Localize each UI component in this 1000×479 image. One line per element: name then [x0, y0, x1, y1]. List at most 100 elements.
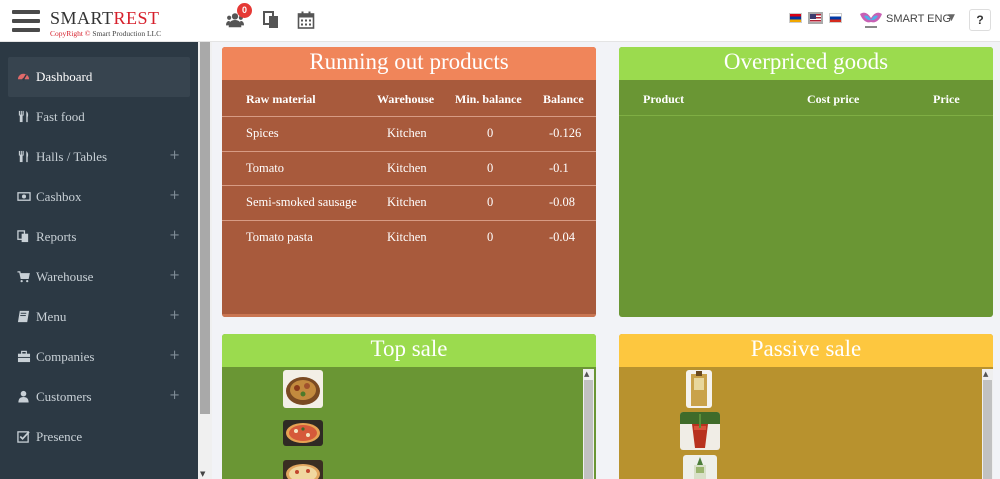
passive-sale-scroll-thumb[interactable] [983, 380, 992, 479]
table-row[interactable]: Tomato pasta Kitchen 0 -0.04 [222, 219, 596, 255]
dashboard-icon [17, 70, 30, 83]
table-cell: Tomato pasta [246, 229, 313, 244]
sidebar-item-menu[interactable]: Menu + [8, 297, 190, 337]
help-button[interactable]: ? [969, 9, 991, 31]
top-sale-title: Top sale [222, 334, 596, 367]
notification-badge: 0 [237, 3, 252, 18]
product-image[interactable] [283, 370, 323, 408]
calendar-icon[interactable] [297, 11, 315, 29]
sidebar-item-dashboard[interactable]: Dashboard [8, 57, 190, 97]
table-cell: Spices [246, 126, 279, 140]
running-out-title: Running out products [222, 47, 596, 80]
scroll-up-arrow-icon[interactable]: ▲ [983, 370, 988, 378]
col-raw-material[interactable]: Raw material [246, 92, 316, 107]
sidebar-item-cashbox[interactable]: Cashbox + [8, 177, 190, 217]
running-out-table-header: Raw material Warehouse Min. balance Bala… [222, 80, 596, 116]
top-sale-scrollbar[interactable]: ▲ [583, 369, 594, 479]
table-row[interactable]: Tomato Kitchen 0 -0.1 [222, 150, 596, 186]
table-cell: Tomato [246, 160, 285, 175]
copy-icon[interactable] [262, 11, 280, 29]
lang-russian-flag-icon[interactable] [829, 13, 842, 23]
table-cell: Kitchen [387, 195, 427, 209]
sidebar-item-label: Dashboard [36, 69, 93, 84]
book-icon [17, 310, 30, 323]
sidebar-item-customers[interactable]: Customers + [8, 377, 190, 417]
top-sale-panel: Top sale ▲ [222, 334, 596, 479]
scroll-up-arrow-icon[interactable]: ▲ [584, 370, 589, 378]
sidebar-scroll-thumb[interactable] [200, 42, 210, 414]
sidebar: Dashboard Fast food Halls / Tables + Cashbox… [0, 42, 198, 479]
col-balance[interactable]: Balance [543, 92, 584, 107]
menu-toggle-icon[interactable] [12, 10, 40, 32]
table-cell: -0.1 [549, 160, 569, 175]
table-cell: -0.126 [549, 126, 582, 140]
col-cost-price[interactable]: Cost price [807, 92, 859, 107]
col-min-balance[interactable]: Min. balance [455, 92, 522, 107]
sidebar-item-halls-tables[interactable]: Halls / Tables + [8, 137, 190, 177]
table-cell: 0 [487, 160, 494, 175]
lang-english-flag-icon[interactable] [808, 12, 823, 24]
sidebar-item-presence[interactable]: Presence [8, 417, 190, 457]
sidebar-item-label: Menu [36, 309, 67, 324]
sidebar-item-label: Halls / Tables [36, 149, 108, 164]
user-avatar-icon[interactable] [858, 8, 884, 32]
table-row[interactable]: Spices Kitchen 0 -0.126 [222, 116, 596, 151]
sidebar-item-warehouse[interactable]: Warehouse + [8, 257, 190, 297]
sidebar-item-label: Fast food [36, 109, 85, 124]
table-cell: Semi-smoked sausage [246, 195, 357, 209]
expand-plus-icon[interactable]: + [169, 228, 180, 243]
col-price[interactable]: Price [933, 92, 960, 107]
sidebar-item-fast-food[interactable]: Fast food [8, 97, 190, 137]
sidebar-item-label: Warehouse [36, 269, 94, 284]
panel-bottom-border [222, 314, 596, 317]
utensils-icon [17, 150, 30, 163]
copy-icon [17, 230, 30, 243]
sidebar-item-reports[interactable]: Reports + [8, 217, 190, 257]
passive-sale-scrollbar[interactable]: ▲ [982, 369, 993, 479]
sidebar-item-companies[interactable]: Companies + [8, 337, 190, 377]
scroll-down-arrow-icon[interactable]: ▼ [200, 470, 205, 478]
product-image[interactable] [283, 460, 323, 479]
table-cell: Kitchen [387, 160, 427, 175]
chevron-down-icon[interactable]: ▼ [948, 13, 955, 23]
running-out-products-panel: Running out products Raw material Wareho… [222, 47, 596, 317]
overpriced-goods-panel: Overpriced goods Product Cost price Pric… [619, 47, 993, 317]
product-image[interactable] [680, 412, 720, 450]
sidebar-item-label: Reports [36, 229, 77, 244]
table-row[interactable]: Semi-smoked sausage Kitchen 0 -0.08 [222, 185, 596, 220]
brand-logo[interactable]: SMARTREST CopyRight © Smart Production L… [50, 9, 161, 38]
sidebar-item-label: Companies [36, 349, 95, 364]
table-cell: 0 [487, 126, 494, 140]
money-icon [17, 190, 31, 203]
user-name[interactable]: SMART ENG [886, 13, 951, 25]
table-cell: Kitchen [387, 126, 427, 140]
passive-sale-title: Passive sale [619, 334, 993, 367]
expand-plus-icon[interactable]: + [169, 148, 180, 163]
overpriced-title: Overpriced goods [619, 47, 993, 80]
col-warehouse[interactable]: Warehouse [377, 92, 434, 107]
expand-plus-icon[interactable]: + [169, 188, 180, 203]
top-sale-scroll-thumb[interactable] [584, 380, 593, 479]
expand-plus-icon[interactable]: + [169, 308, 180, 323]
copyright-owner: Smart Production LLC [92, 29, 162, 38]
table-cell: -0.04 [549, 229, 576, 244]
table-cell: 0 [487, 229, 494, 244]
passive-sale-panel: Passive sale ▲ [619, 334, 993, 479]
sidebar-item-label: Cashbox [36, 189, 82, 204]
briefcase-icon [17, 350, 31, 363]
product-image[interactable] [283, 420, 323, 446]
col-product[interactable]: Product [643, 92, 684, 107]
expand-plus-icon[interactable]: + [169, 388, 180, 403]
product-image[interactable] [686, 370, 712, 408]
table-cell: 0 [487, 195, 494, 209]
lang-armenian-flag-icon[interactable] [789, 13, 802, 23]
user-icon [17, 390, 30, 403]
sidebar-scrollbar[interactable]: ▼ [198, 42, 212, 479]
product-image[interactable] [683, 455, 717, 479]
expand-plus-icon[interactable]: + [169, 268, 180, 283]
sidebar-item-label: Customers [36, 389, 92, 404]
table-cell: -0.08 [549, 195, 576, 209]
expand-plus-icon[interactable]: + [169, 348, 180, 363]
sidebar-item-label: Presence [36, 429, 83, 444]
brand-accent: REST [113, 8, 160, 28]
